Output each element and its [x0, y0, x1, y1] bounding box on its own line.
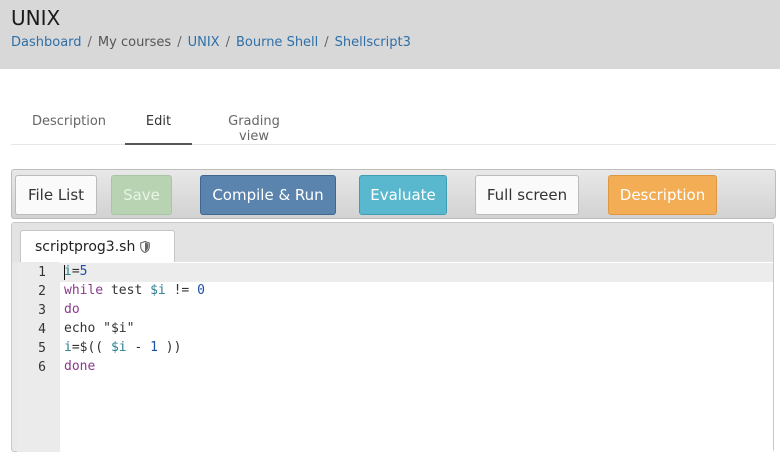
code-token: "$i" — [95, 321, 135, 336]
line-number: 6 — [38, 360, 46, 375]
code-token: i — [64, 340, 72, 355]
text-cursor — [64, 265, 65, 280]
activity-tabs: Description Edit Grading view — [11, 104, 776, 145]
breadcrumb-separator: / — [225, 35, 230, 50]
file-tab[interactable]: scriptprog3.sh — [20, 230, 175, 263]
compile-run-button[interactable]: Compile & Run — [200, 175, 336, 215]
tab-edit[interactable]: Edit — [125, 114, 192, 145]
breadcrumb-my-courses: My courses — [97, 35, 172, 50]
file-tab-bar: scriptprog3.sh — [12, 223, 773, 263]
code-line: done — [64, 359, 95, 374]
full-screen-button[interactable]: Full screen — [475, 175, 579, 215]
active-line-highlight — [17, 263, 773, 282]
editor-toolbar: File List Save Compile & Run Evaluate Fu… — [11, 169, 776, 219]
shield-icon — [140, 240, 151, 257]
code-token: $i — [110, 340, 127, 355]
code-token: 5 — [79, 264, 88, 279]
code-editor[interactable]: 123456 i=5 while test $i != 0 do echo "$i" i… — [17, 262, 773, 452]
line-number: 2 — [38, 284, 46, 299]
code-token: 1 — [150, 340, 158, 355]
file-tab-name: scriptprog3.sh — [35, 239, 136, 255]
code-line: i=$(( $i - 1 )) — [64, 340, 181, 355]
line-number: 5 — [38, 341, 46, 356]
code-token: =$(( — [71, 340, 111, 355]
code-token: 0 — [197, 283, 205, 298]
line-number: 4 — [38, 322, 46, 337]
file-list-button[interactable]: File List — [15, 175, 97, 215]
breadcrumb: Dashboard / My courses / UNIX / Bourne Shell / S… — [11, 35, 411, 50]
line-number: 1 — [38, 265, 46, 280]
code-token: do — [64, 302, 80, 317]
code-token: while — [64, 283, 104, 298]
code-token: = — [71, 264, 80, 279]
code-token: done — [64, 359, 96, 374]
code-token: i — [64, 264, 72, 279]
breadcrumb-course[interactable]: UNIX — [188, 35, 220, 50]
breadcrumb-separator: / — [177, 35, 182, 50]
breadcrumb-separator: / — [87, 35, 92, 50]
code-line: echo "$i" — [64, 321, 134, 336]
description-button[interactable]: Description — [608, 175, 717, 215]
code-token: != — [165, 283, 198, 298]
code-token: test — [103, 283, 151, 298]
page-header: UNIX Dashboard / My courses / UNIX / Bourne Sh… — [0, 0, 780, 69]
breadcrumb-dashboard[interactable]: Dashboard — [11, 35, 82, 50]
tab-description[interactable]: Description — [32, 114, 106, 145]
code-token: )) — [157, 340, 182, 355]
line-number: 3 — [38, 303, 46, 318]
editor-panel: scriptprog3.sh 123456 i=5 while test $i !… — [11, 222, 774, 452]
code-line: i=5 — [64, 264, 87, 279]
save-button[interactable]: Save — [111, 175, 172, 215]
code-token: echo — [64, 321, 96, 336]
breadcrumb-activity[interactable]: Shellscript3 — [335, 35, 411, 50]
code-token: - — [126, 340, 151, 355]
code-token: $i — [150, 283, 166, 298]
breadcrumb-section[interactable]: Bourne Shell — [236, 35, 318, 50]
code-line: do — [64, 302, 80, 317]
course-title: UNIX — [11, 6, 61, 30]
tab-grading-view[interactable]: Grading view — [213, 114, 295, 145]
evaluate-button[interactable]: Evaluate — [359, 175, 447, 215]
code-line: while test $i != 0 — [64, 283, 205, 298]
breadcrumb-separator: / — [324, 35, 329, 50]
